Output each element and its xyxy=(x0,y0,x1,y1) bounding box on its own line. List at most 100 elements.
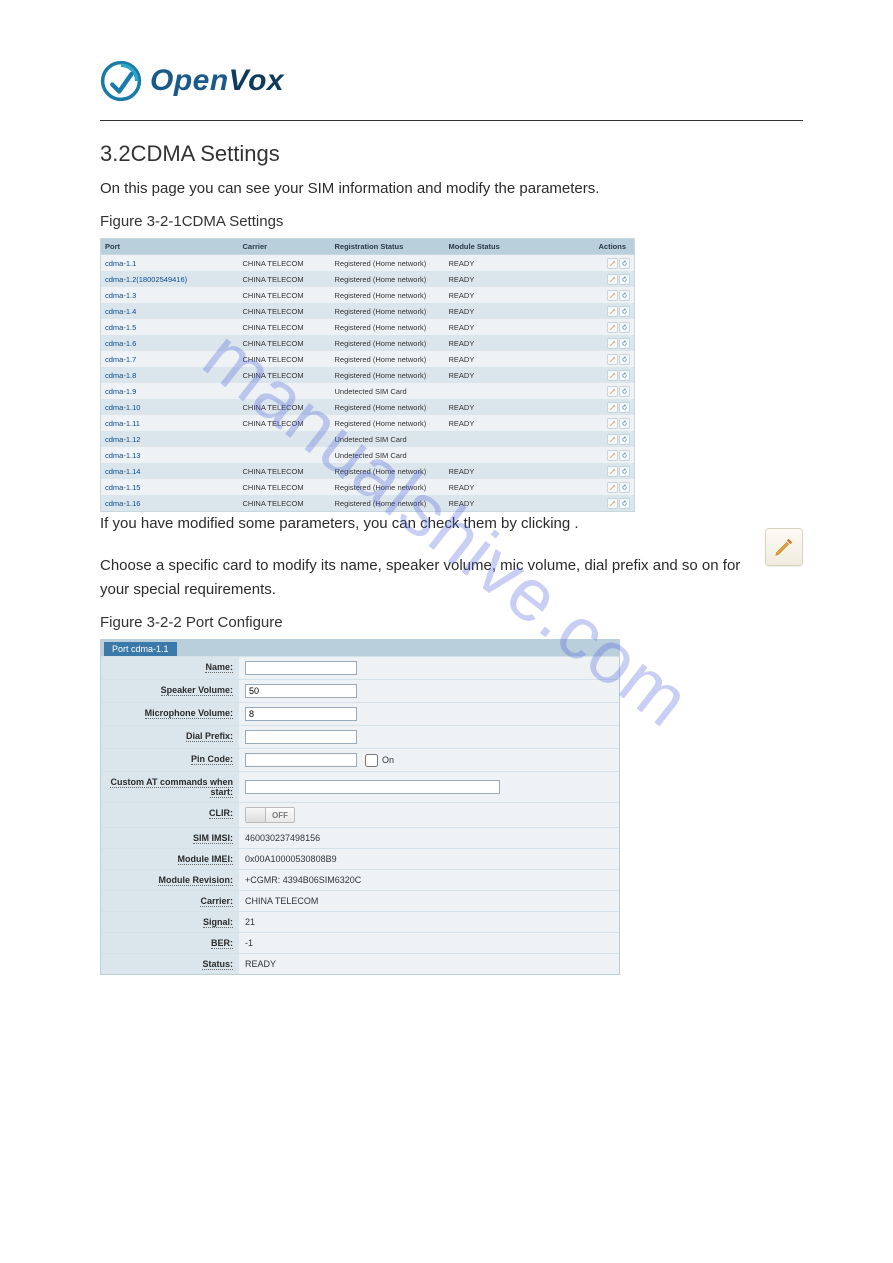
cell-port: cdma-1.14 xyxy=(101,463,239,479)
cell-carrier: CHINA TELECOM xyxy=(239,319,331,335)
edit-button[interactable] xyxy=(607,402,618,413)
value-rev: +CGMR: 4394B06SIM6320C xyxy=(245,875,361,885)
cell-port: cdma-1.12 xyxy=(101,431,239,447)
refresh-button[interactable] xyxy=(619,386,630,397)
cell-reg: Undetected SIM Card xyxy=(331,431,445,447)
cell-port: cdma-1.1 xyxy=(101,255,239,272)
cell-mod: READY xyxy=(445,399,595,415)
cell-mod xyxy=(445,383,595,399)
label-rev: Module Revision: xyxy=(158,875,233,886)
cell-carrier xyxy=(239,383,331,399)
panel-tab[interactable]: Port cdma-1.1 xyxy=(104,642,177,656)
refresh-button[interactable] xyxy=(619,418,630,429)
table-row: cdma-1.8CHINA TELECOMRegistered (Home ne… xyxy=(101,367,635,383)
value-signal: 21 xyxy=(245,917,255,927)
refresh-button[interactable] xyxy=(619,338,630,349)
label-at: Custom AT commands when start: xyxy=(110,777,233,798)
table-row: cdma-1.2(18002549416)CHINA TELECOMRegist… xyxy=(101,271,635,287)
cell-mod: READY xyxy=(445,495,595,512)
table-header-row: Port Carrier Registration Status Module … xyxy=(101,239,635,255)
pin-field[interactable] xyxy=(245,753,357,767)
edit-button[interactable] xyxy=(607,322,618,333)
section-para-2: If you have modified some parameters, yo… xyxy=(100,512,803,536)
cell-reg: Registered (Home network) xyxy=(331,399,445,415)
edit-button[interactable] xyxy=(607,482,618,493)
edit-button[interactable] xyxy=(607,434,618,445)
cell-mod: READY xyxy=(445,303,595,319)
pin-on-label: On xyxy=(365,754,394,767)
cell-carrier: CHINA TELECOM xyxy=(239,463,331,479)
cell-mod: READY xyxy=(445,335,595,351)
edit-button[interactable] xyxy=(607,354,618,365)
cell-carrier: CHINA TELECOM xyxy=(239,479,331,495)
cell-reg: Registered (Home network) xyxy=(331,479,445,495)
cell-carrier: CHINA TELECOM xyxy=(239,399,331,415)
table-row: cdma-1.10CHINA TELECOMRegistered (Home n… xyxy=(101,399,635,415)
speaker-field[interactable] xyxy=(245,684,357,698)
col-port: Port xyxy=(101,239,239,255)
label-imei: Module IMEI: xyxy=(178,854,234,865)
cell-reg: Registered (Home network) xyxy=(331,335,445,351)
at-field[interactable] xyxy=(245,780,500,794)
cell-mod: READY xyxy=(445,319,595,335)
edit-button-large[interactable] xyxy=(765,528,803,566)
cell-carrier: CHINA TELECOM xyxy=(239,287,331,303)
value-imei: 0x00A10000530808B9 xyxy=(245,854,337,864)
edit-button[interactable] xyxy=(607,466,618,477)
refresh-button[interactable] xyxy=(619,402,630,413)
edit-button[interactable] xyxy=(607,386,618,397)
clir-toggle[interactable]: OFF xyxy=(245,807,295,823)
table-row: cdma-1.16CHINA TELECOMRegistered (Home n… xyxy=(101,495,635,512)
refresh-button[interactable] xyxy=(619,258,630,269)
edit-button[interactable] xyxy=(607,450,618,461)
cell-carrier: CHINA TELECOM xyxy=(239,255,331,272)
pin-on-checkbox[interactable] xyxy=(365,754,378,767)
refresh-button[interactable] xyxy=(619,322,630,333)
col-reg: Registration Status xyxy=(331,239,445,255)
edit-button[interactable] xyxy=(607,306,618,317)
panel-header: Port cdma-1.1 xyxy=(101,640,619,656)
table-row: cdma-1.7CHINA TELECOMRegistered (Home ne… xyxy=(101,351,635,367)
cell-port: cdma-1.10 xyxy=(101,399,239,415)
edit-button[interactable] xyxy=(607,370,618,381)
cell-port: cdma-1.15 xyxy=(101,479,239,495)
refresh-button[interactable] xyxy=(619,354,630,365)
label-status: Status: xyxy=(202,959,233,970)
cell-reg: Registered (Home network) xyxy=(331,303,445,319)
dial-field[interactable] xyxy=(245,730,357,744)
cell-carrier: CHINA TELECOM xyxy=(239,303,331,319)
refresh-button[interactable] xyxy=(619,434,630,445)
edit-button[interactable] xyxy=(607,338,618,349)
table-row: cdma-1.11CHINA TELECOMRegistered (Home n… xyxy=(101,415,635,431)
edit-button[interactable] xyxy=(607,418,618,429)
edit-button[interactable] xyxy=(607,274,618,285)
cell-reg: Registered (Home network) xyxy=(331,415,445,431)
cell-reg: Undetected SIM Card xyxy=(331,383,445,399)
pin-on-text: On xyxy=(382,755,394,765)
cell-carrier xyxy=(239,447,331,463)
para2-a: If you have modified some parameters, yo… xyxy=(100,515,574,532)
table-row: cdma-1.1CHINA TELECOMRegistered (Home ne… xyxy=(101,255,635,272)
mic-field[interactable] xyxy=(245,707,357,721)
refresh-button[interactable] xyxy=(619,498,630,509)
edit-button[interactable] xyxy=(607,290,618,301)
refresh-button[interactable] xyxy=(619,290,630,301)
refresh-button[interactable] xyxy=(619,370,630,381)
figure-caption-2: Figure 3-2-2 Port Configure xyxy=(100,614,803,631)
refresh-button[interactable] xyxy=(619,306,630,317)
brand-open: Open xyxy=(150,64,229,97)
refresh-button[interactable] xyxy=(619,450,630,461)
edit-button[interactable] xyxy=(607,498,618,509)
label-ber: BER: xyxy=(211,938,233,949)
name-field[interactable] xyxy=(245,661,357,675)
value-ber: -1 xyxy=(245,938,253,948)
table-row: cdma-1.4CHINA TELECOMRegistered (Home ne… xyxy=(101,303,635,319)
refresh-button[interactable] xyxy=(619,274,630,285)
refresh-button[interactable] xyxy=(619,466,630,477)
table-row: cdma-1.3CHINA TELECOMRegistered (Home ne… xyxy=(101,287,635,303)
cell-carrier: CHINA TELECOM xyxy=(239,271,331,287)
refresh-button[interactable] xyxy=(619,482,630,493)
edit-button[interactable] xyxy=(607,258,618,269)
cell-carrier xyxy=(239,431,331,447)
figure-caption-1: Figure 3-2-1CDMA Settings xyxy=(100,213,803,230)
